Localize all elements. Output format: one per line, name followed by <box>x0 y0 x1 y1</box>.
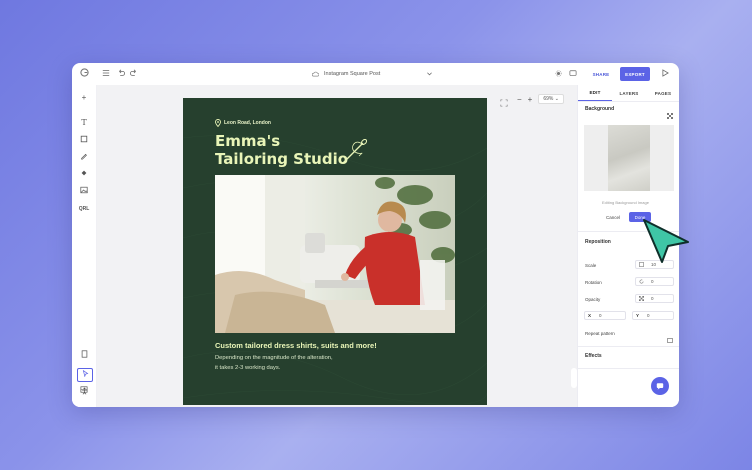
y-label: Y <box>636 313 640 318</box>
tab-edit[interactable]: EDIT <box>578 85 612 101</box>
undo-icon[interactable] <box>117 63 125 85</box>
x-label: X <box>588 313 592 318</box>
divider <box>578 346 679 347</box>
chevron-down-icon <box>427 72 433 76</box>
scale-label: Scale <box>585 263 597 268</box>
canvas-scroll-handle[interactable] <box>571 368 577 388</box>
background-image-preview[interactable] <box>584 125 674 191</box>
pattern-grid-icon[interactable] <box>667 106 673 124</box>
chat-icon <box>656 383 664 390</box>
play-icon[interactable] <box>662 63 669 85</box>
cancel-button[interactable]: Cancel <box>606 215 620 220</box>
image-tool-icon[interactable] <box>77 186 91 198</box>
y-value: 0 <box>647 313 650 318</box>
page-icon[interactable] <box>77 350 91 362</box>
x-value: 0 <box>599 313 602 318</box>
rotate-icon <box>639 279 644 284</box>
location-text: Leon Road, London <box>224 120 271 126</box>
share-button[interactable]: SHARE <box>589 68 613 80</box>
tab-pages[interactable]: PAGES <box>646 85 679 101</box>
left-toolbar: + T QRL <box>72 85 97 407</box>
present-icon[interactable] <box>569 63 577 85</box>
poster-description: Depending on the magnitude of the altera… <box>215 353 333 373</box>
accessibility-icon[interactable] <box>77 387 91 399</box>
location-pin-icon <box>215 119 221 127</box>
add-icon[interactable]: + <box>77 92 91 104</box>
panel-tabs: EDIT LAYERS PAGES <box>578 85 679 102</box>
needle-thread-icon <box>342 138 368 164</box>
export-button[interactable]: EXPORT <box>620 67 650 81</box>
document-title-dropdown[interactable]: Instagram Square Post <box>312 63 433 85</box>
poster-description-text: Depending on the magnitude of the altera… <box>215 355 333 371</box>
shape-tool-icon[interactable] <box>77 135 91 147</box>
tab-layers[interactable]: LAYERS <box>612 85 646 101</box>
effects-section-title: Effects <box>585 353 602 359</box>
chat-button[interactable] <box>651 377 669 395</box>
fit-screen-icon[interactable] <box>500 94 508 112</box>
logo-icon[interactable] <box>80 63 89 85</box>
opacity-label: Opacity <box>585 297 601 302</box>
opacity-input[interactable]: 0 <box>635 294 674 303</box>
background-section-title: Background <box>585 106 615 112</box>
fill-tool-icon[interactable] <box>77 169 91 181</box>
pen-tool-icon[interactable] <box>77 152 91 164</box>
zoom-controls: − + 69% ⌄ <box>517 93 564 105</box>
cloud-icon <box>312 71 319 77</box>
top-bar: Instagram Square Post SHARE EXPORT <box>72 63 679 86</box>
redo-icon[interactable] <box>130 63 138 85</box>
cursor-pointer-icon <box>643 219 689 263</box>
reposition-section-title: Reposition <box>585 239 611 245</box>
opacity-value: 0 <box>651 296 654 301</box>
divider <box>578 368 679 369</box>
menu-icon[interactable] <box>102 63 110 85</box>
zoom-out-button[interactable]: − <box>517 95 522 104</box>
x-input[interactable]: X 0 <box>584 311 626 320</box>
document-title: Instagram Square Post <box>324 71 381 77</box>
zoom-value: 69% <box>543 96 554 102</box>
poster-title: Emma's Tailoring Studio <box>215 132 349 168</box>
opacity-icon <box>639 296 644 301</box>
y-input[interactable]: Y 0 <box>632 311 674 320</box>
tailor-photo <box>215 175 455 333</box>
poster-design[interactable]: Leon Road, London Emma's Tailoring Studi… <box>183 98 487 405</box>
photo-illustration <box>215 175 455 333</box>
editing-background-label: Editing Background Image <box>602 200 649 205</box>
qr-tool-icon[interactable]: QRL <box>77 203 91 215</box>
location-line: Leon Road, London <box>215 119 271 127</box>
repeat-pattern-label: Repeat pattern <box>585 331 615 336</box>
rotation-input[interactable]: 0 <box>635 277 674 286</box>
zoom-in-button[interactable]: + <box>528 95 533 104</box>
rotation-value: 0 <box>651 279 654 284</box>
zoom-select[interactable]: 69% ⌄ <box>538 94 564 104</box>
poster-tagline: Custom tailored dress shirts, suits and … <box>215 341 377 350</box>
select-tool-icon[interactable] <box>77 368 93 382</box>
rotation-label: Rotation <box>585 280 602 285</box>
settings-icon[interactable] <box>555 63 562 85</box>
text-tool-icon[interactable]: T <box>77 117 91 129</box>
